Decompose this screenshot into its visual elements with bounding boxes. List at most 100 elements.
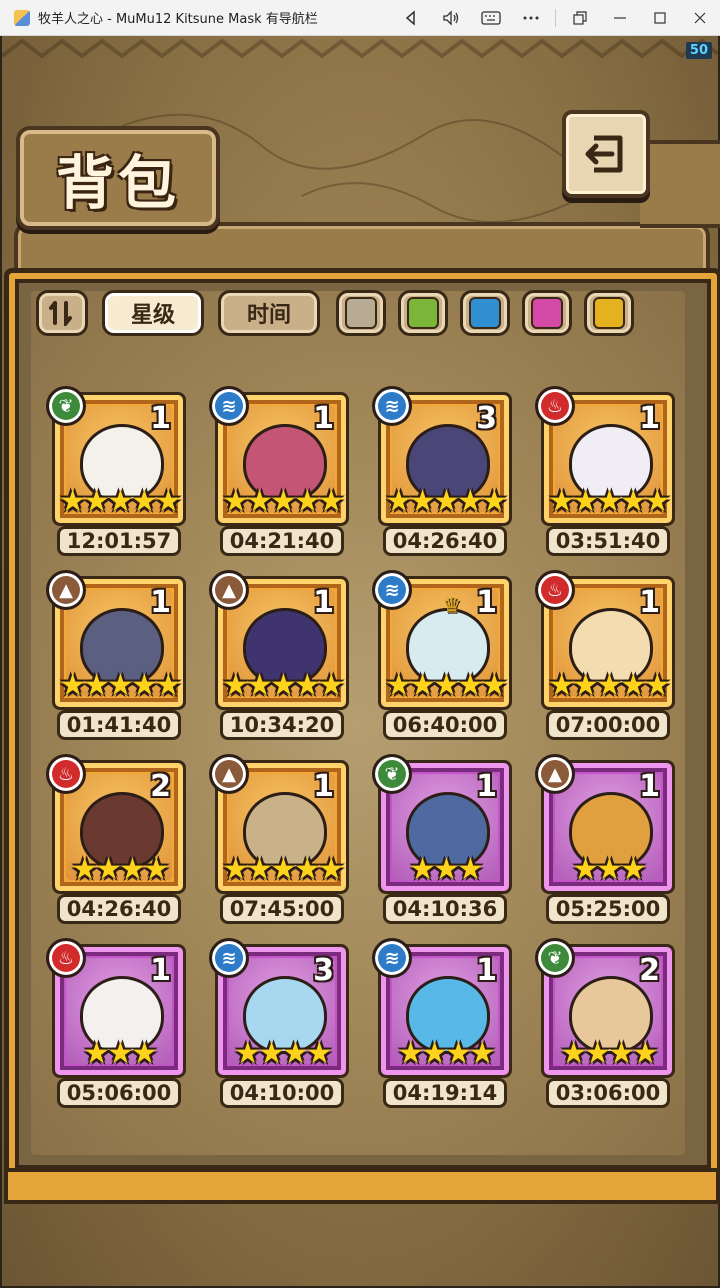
hatch-timer: 04:10:00 xyxy=(220,1078,344,1108)
item-count: 1 xyxy=(313,401,334,436)
item-count: 1 xyxy=(476,769,497,804)
sort-toggle-icon xyxy=(49,301,72,326)
page-title-plate: 背包 xyxy=(16,126,220,230)
window-controls xyxy=(391,0,720,36)
star-rating: ★★★★ xyxy=(234,1036,333,1071)
star-rating: ★★★★★ xyxy=(222,852,344,887)
star-rating: ★★★★★ xyxy=(222,668,344,703)
earth-element-icon: ▲ xyxy=(46,570,86,610)
fire-element-icon: ♨ xyxy=(535,386,575,426)
star-rating: ★★★★★ xyxy=(59,668,181,703)
page-title: 背包 xyxy=(55,149,180,217)
color-filter-gray[interactable] xyxy=(336,290,386,336)
water-element-icon: ≋ xyxy=(372,386,412,426)
star-rating: ★★★★★ xyxy=(548,668,670,703)
item-count: 2 xyxy=(639,953,660,988)
hatch-timer: 04:26:40 xyxy=(383,526,507,556)
wood-element-icon: ❦ xyxy=(46,386,86,426)
item-count: 1 xyxy=(639,401,660,436)
hatch-timer: 05:06:00 xyxy=(57,1078,181,1108)
item-count: 1 xyxy=(639,585,660,620)
back-icon[interactable] xyxy=(391,0,431,36)
close-icon[interactable] xyxy=(680,0,720,36)
back-button-rail xyxy=(640,140,720,228)
wood-element-icon: ❦ xyxy=(372,754,412,794)
hatch-timer: 07:00:00 xyxy=(546,710,670,740)
filter-time-button[interactable]: 时间 xyxy=(218,290,320,336)
filter-time-label: 时间 xyxy=(246,303,291,328)
fire-element-icon: ♨ xyxy=(535,570,575,610)
item-count: 3 xyxy=(476,401,497,436)
color-swatch-green xyxy=(407,297,439,329)
color-swatch-blue xyxy=(469,297,501,329)
item-count: 1 xyxy=(150,401,171,436)
sort-toggle-button[interactable] xyxy=(36,290,88,336)
star-rating: ★★★★★ xyxy=(385,668,507,703)
item-count: 1 xyxy=(476,953,497,988)
hatch-timer: 06:40:00 xyxy=(383,710,507,740)
panel-bottom-strip xyxy=(4,1168,720,1204)
item-count: 3 xyxy=(313,953,334,988)
minimize-icon[interactable] xyxy=(600,0,640,36)
filter-star-label: 星级 xyxy=(130,303,175,328)
star-rating: ★★★★★ xyxy=(548,484,670,519)
fire-element-icon: ♨ xyxy=(46,754,86,794)
more-icon[interactable] xyxy=(511,0,551,36)
return-arrow-icon xyxy=(585,135,623,173)
fps-counter: 50 xyxy=(685,42,712,59)
volume-icon[interactable] xyxy=(431,0,471,36)
star-rating: ★★★ xyxy=(572,852,647,887)
item-count: 2 xyxy=(150,769,171,804)
hatch-timer: 07:45:00 xyxy=(220,894,344,924)
water-element-icon: ≋ xyxy=(372,938,412,978)
hatch-timer: 12:01:57 xyxy=(57,526,181,556)
item-count: 1 xyxy=(313,585,334,620)
item-count: 1 xyxy=(639,769,660,804)
hatch-timer: 10:34:20 xyxy=(220,710,344,740)
color-filter-green[interactable] xyxy=(398,290,448,336)
return-button[interactable] xyxy=(562,110,650,198)
earth-element-icon: ▲ xyxy=(209,570,249,610)
hatch-timer: 05:25:00 xyxy=(546,894,670,924)
star-rating: ★★★ xyxy=(83,1036,158,1071)
water-element-icon: ≋ xyxy=(209,386,249,426)
hatch-timer: 04:21:40 xyxy=(220,526,344,556)
restore-icon[interactable] xyxy=(560,0,600,36)
star-rating: ★★★★ xyxy=(397,1036,496,1071)
earth-element-icon: ▲ xyxy=(535,754,575,794)
hatch-timer: 01:41:40 xyxy=(57,710,181,740)
color-filter-blue[interactable] xyxy=(460,290,510,336)
star-rating: ★★★★★ xyxy=(385,484,507,519)
window-title: 牧羊人之心 - MuMu12 Kitsune Mask 有导航栏 xyxy=(38,12,318,27)
item-count: 1 xyxy=(150,585,171,620)
color-swatch-yellow xyxy=(593,297,625,329)
hatch-timer: 04:26:40 xyxy=(57,894,181,924)
water-element-icon: ≋ xyxy=(209,938,249,978)
star-rating: ★★★★★ xyxy=(222,484,344,519)
star-rating: ★★★★★ xyxy=(59,484,181,519)
hatch-timer: 04:10:36 xyxy=(383,894,507,924)
color-swatch-gray xyxy=(345,297,377,329)
star-rating: ★★★★ xyxy=(71,852,170,887)
color-swatch-pink xyxy=(531,297,563,329)
fire-element-icon: ♨ xyxy=(46,938,86,978)
item-count: 1 xyxy=(476,585,497,620)
hatch-timer: 03:51:40 xyxy=(546,526,670,556)
hatch-timer: 03:06:00 xyxy=(546,1078,670,1108)
earth-element-icon: ▲ xyxy=(209,754,249,794)
color-filter-pink[interactable] xyxy=(522,290,572,336)
hatch-timer: 04:19:14 xyxy=(383,1078,507,1108)
water-element-icon: ≋ xyxy=(372,570,412,610)
star-rating: ★★★★ xyxy=(560,1036,659,1071)
keyboard-icon[interactable] xyxy=(471,0,511,36)
filter-star-button[interactable]: 星级 xyxy=(102,290,204,336)
wood-element-icon: ❦ xyxy=(535,938,575,978)
separator xyxy=(555,9,556,27)
window-titlebar: 牧羊人之心 - MuMu12 Kitsune Mask 有导航栏 xyxy=(0,0,720,36)
item-count: 1 xyxy=(150,953,171,988)
maximize-icon[interactable] xyxy=(640,0,680,36)
app-icon xyxy=(14,9,30,26)
color-filter-yellow[interactable] xyxy=(584,290,634,336)
crown-icon: ♛ xyxy=(442,594,462,619)
item-count: 1 xyxy=(313,769,334,804)
